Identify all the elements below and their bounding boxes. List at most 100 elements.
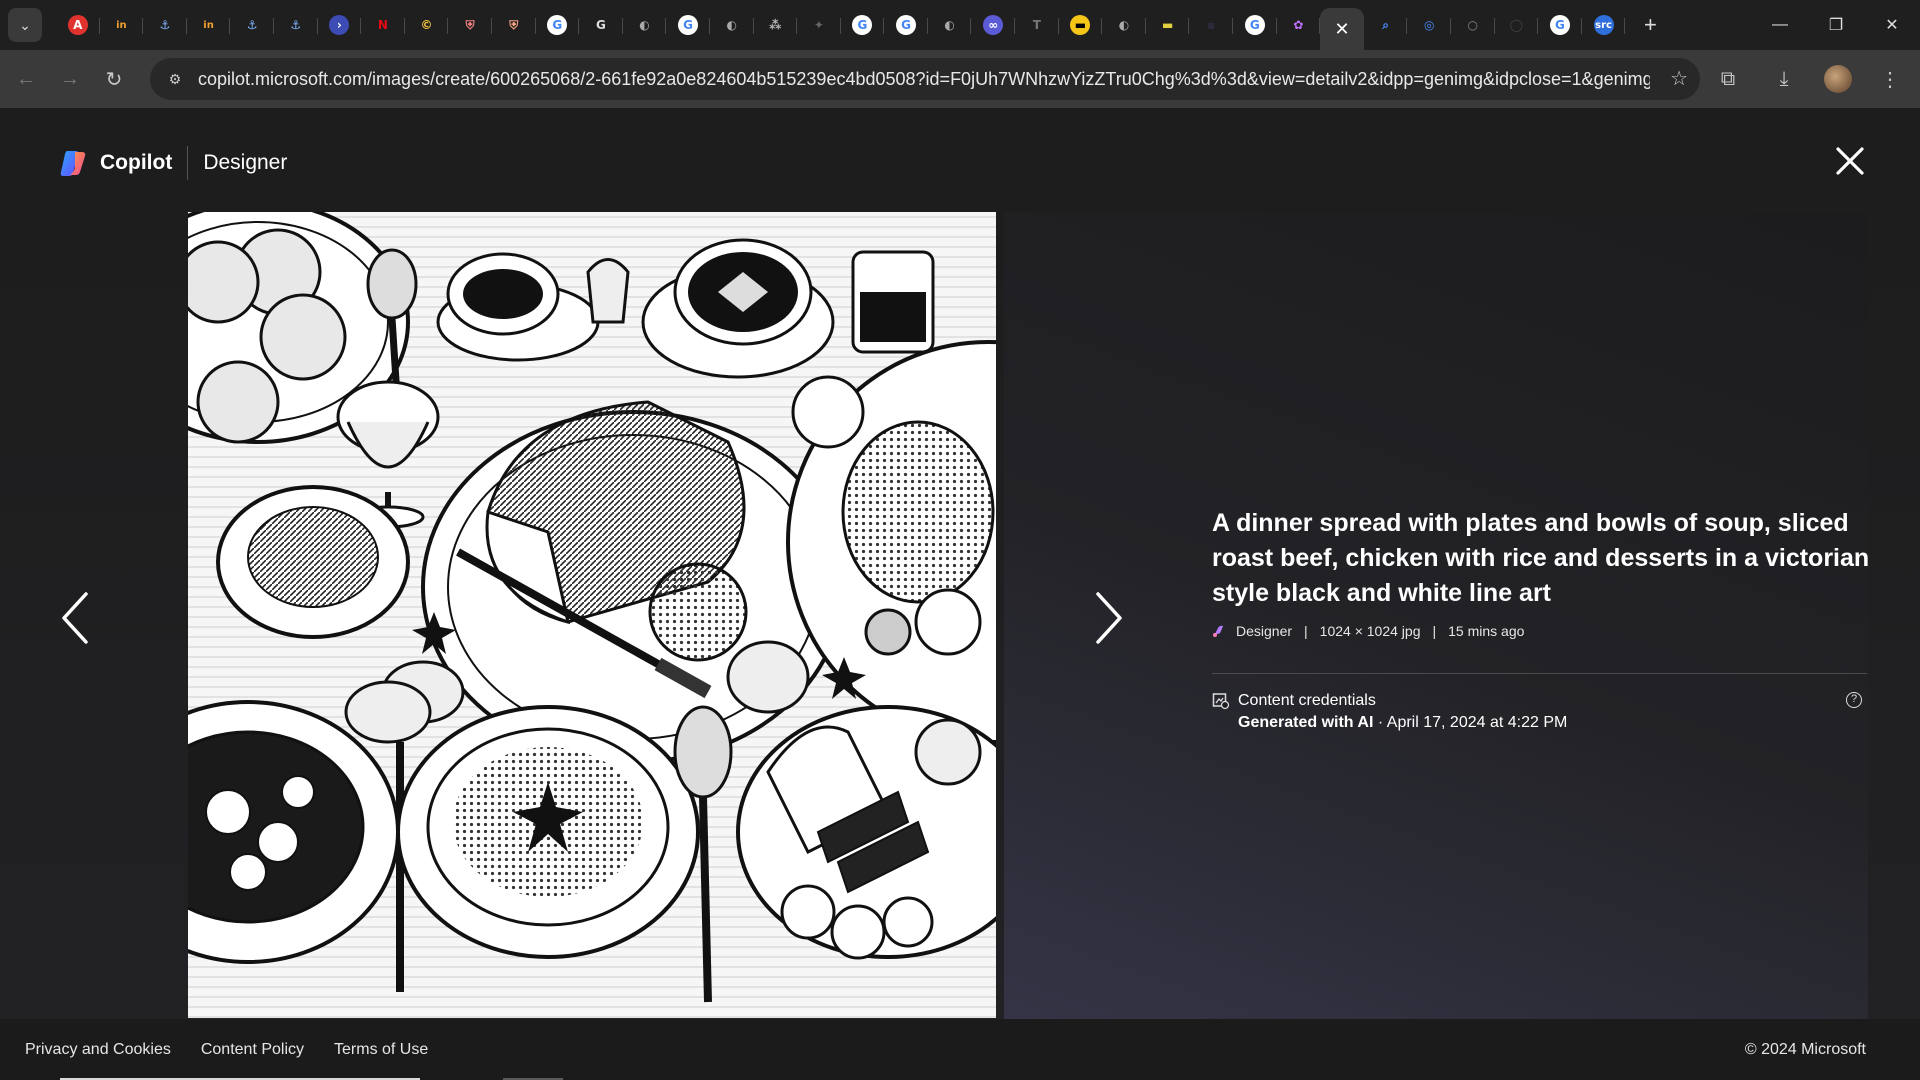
browser-tab[interactable]: ⚓ xyxy=(143,5,187,45)
netflix-icon: N xyxy=(377,18,388,32)
previous-image-button[interactable] xyxy=(56,588,96,648)
browser-tab[interactable]: ▬ xyxy=(1059,5,1103,45)
browser-tab[interactable]: ∞ xyxy=(971,5,1016,45)
browser-tab[interactable]: ◐ xyxy=(623,5,667,45)
puzzle-icon: ✦ xyxy=(813,18,824,32)
bar-icon: ▬ xyxy=(1161,18,1174,32)
footer-link-terms[interactable]: Terms of Use xyxy=(334,1041,428,1059)
browser-tab[interactable]: N xyxy=(361,5,405,45)
browser-tab[interactable]: in xyxy=(100,5,144,45)
copilot-icon: ✿ xyxy=(1293,18,1304,32)
browser-tab[interactable]: ▬ xyxy=(1146,5,1190,45)
browser-tab[interactable]: G xyxy=(1538,5,1582,45)
browser-tab[interactable]: ✿ xyxy=(1277,5,1321,45)
bookmark-star-icon[interactable]: ☆ xyxy=(1670,66,1688,91)
browser-tab[interactable]: ⁂ xyxy=(754,5,798,45)
chevron-right-icon xyxy=(1096,592,1122,644)
image-details-panel: A dinner spread with plates and bowls of… xyxy=(1212,506,1872,734)
image-meta: Designer | 1024 × 1024 jpg | 15 mins ago xyxy=(1212,623,1872,639)
browser-tab[interactable]: ◐ xyxy=(1102,5,1146,45)
tab-search-button[interactable]: ⌄ xyxy=(8,8,42,42)
address-bar[interactable]: ⚙ copilot.microsoft.com/images/create/60… xyxy=(150,58,1700,100)
browser-tab[interactable]: ◎ xyxy=(1407,5,1451,45)
browser-tab[interactable]: ⛨ xyxy=(492,5,536,45)
adobe-icon: A xyxy=(67,15,88,35)
help-icon[interactable]: ? xyxy=(1846,692,1862,708)
footer-links: Privacy and Cookies Content Policy Terms… xyxy=(25,1041,458,1059)
generated-with-ai: Generated with AI xyxy=(1238,714,1374,731)
link-icon: ∞ xyxy=(983,15,1004,35)
footer-link-content-policy[interactable]: Content Policy xyxy=(201,1041,304,1059)
shield-icon: ⛨ xyxy=(509,17,519,32)
url-text[interactable]: copilot.microsoft.com/images/create/6002… xyxy=(198,69,1650,90)
downloads-button[interactable]: ⤓ xyxy=(1766,61,1802,97)
browser-tab[interactable]: G xyxy=(536,5,580,45)
generated-image[interactable] xyxy=(188,212,996,1018)
credentials-icon xyxy=(1212,693,1230,710)
tab-list: Ain ⚓ in ⚓ ⚓ › N © ⛨ ⛨ G G ◐ G ◐ ⁂ ✦ G G ◐ ∞ T ▬ ◐ ▬ ▪ G ✿ ✕ ⌕ ◎ ○ ◯ Gsrc xyxy=(56,0,1626,50)
meta-separator: | xyxy=(1432,623,1437,639)
browser-tab[interactable]: G xyxy=(884,5,928,45)
browser-tab[interactable]: ◯ xyxy=(1495,5,1539,45)
google-icon: G xyxy=(852,15,873,35)
kebab-menu-icon: ⋮ xyxy=(1880,68,1900,91)
brand-name[interactable]: Copilot xyxy=(100,151,172,175)
profile-avatar[interactable] xyxy=(1824,65,1852,93)
page: Copilot Designer A dinner spread with pl… xyxy=(0,108,1920,1080)
credentials-text: Content credentials Generated with AI · … xyxy=(1238,690,1567,734)
reload-button[interactable]: ↻ xyxy=(96,61,132,97)
restore-button[interactable]: ❐ xyxy=(1808,0,1864,50)
github-icon: ◯ xyxy=(1509,18,1524,32)
plus-icon: + xyxy=(1643,12,1657,37)
browser-tab[interactable]: ✦ xyxy=(797,5,841,45)
window-controls: — ❐ ✕ xyxy=(1752,0,1920,50)
copyright: © 2024 Microsoft xyxy=(1744,1041,1866,1058)
browser-tab[interactable]: G xyxy=(1233,5,1277,45)
close-viewer-button[interactable] xyxy=(1832,143,1868,179)
google-icon: G xyxy=(896,15,917,35)
extensions-button[interactable]: ⧉ xyxy=(1710,61,1746,97)
new-tab-button[interactable]: + xyxy=(1633,8,1667,42)
browser-tab[interactable]: G xyxy=(841,5,885,45)
browser-tab[interactable]: © xyxy=(405,5,449,45)
browser-tab[interactable]: ⚓ xyxy=(274,5,318,45)
browser-tab[interactable]: in xyxy=(187,5,231,45)
google-icon: G xyxy=(1549,15,1570,35)
close-window-button[interactable]: ✕ xyxy=(1864,0,1920,50)
minimize-button[interactable]: — xyxy=(1752,0,1808,50)
next-image-button[interactable] xyxy=(1088,588,1128,648)
copilot-logo-icon[interactable] xyxy=(58,148,88,178)
g-icon: G xyxy=(595,18,606,32)
browser-tab[interactable]: A xyxy=(56,5,100,45)
browser-tab[interactable]: ✕ xyxy=(1320,8,1364,50)
browser-tab[interactable]: G xyxy=(579,5,623,45)
browser-tab[interactable]: ⛨ xyxy=(448,5,492,45)
close-icon xyxy=(1836,147,1864,175)
src-icon: src xyxy=(1593,15,1614,35)
browser-tab[interactable]: › xyxy=(318,5,362,45)
minimize-icon: — xyxy=(1772,16,1788,33)
browser-tab[interactable]: ○ xyxy=(1451,5,1495,45)
browser-tab[interactable]: src xyxy=(1582,5,1626,45)
browser-tab[interactable]: ◐ xyxy=(928,5,972,45)
browser-tab[interactable]: ⌕ xyxy=(1364,5,1408,45)
google-icon: G xyxy=(1244,15,1265,35)
product-name[interactable]: Designer xyxy=(203,151,287,175)
image-source: Designer xyxy=(1236,623,1293,639)
browser-menu-button[interactable]: ⋮ xyxy=(1872,61,1908,97)
powershell-icon: › xyxy=(329,15,350,35)
in-icon: in xyxy=(116,19,127,31)
browser-tab[interactable]: ◐ xyxy=(710,5,754,45)
circle-icon: ○ xyxy=(1467,18,1479,32)
t-icon: T xyxy=(1032,18,1041,32)
brand-header: Copilot Designer xyxy=(58,146,287,180)
footer-link-privacy[interactable]: Privacy and Cookies xyxy=(25,1041,171,1059)
forward-button[interactable]: → xyxy=(52,61,88,97)
credentials-label: Content credentials xyxy=(1238,692,1376,709)
browser-tab[interactable]: ▪ xyxy=(1189,5,1234,45)
browser-tab[interactable]: ⚓ xyxy=(230,5,274,45)
site-info-icon[interactable]: ⚙ xyxy=(158,62,192,96)
browser-tab[interactable]: T xyxy=(1015,5,1059,45)
browser-tab[interactable]: G xyxy=(666,5,710,45)
back-button[interactable]: ← xyxy=(8,61,44,97)
